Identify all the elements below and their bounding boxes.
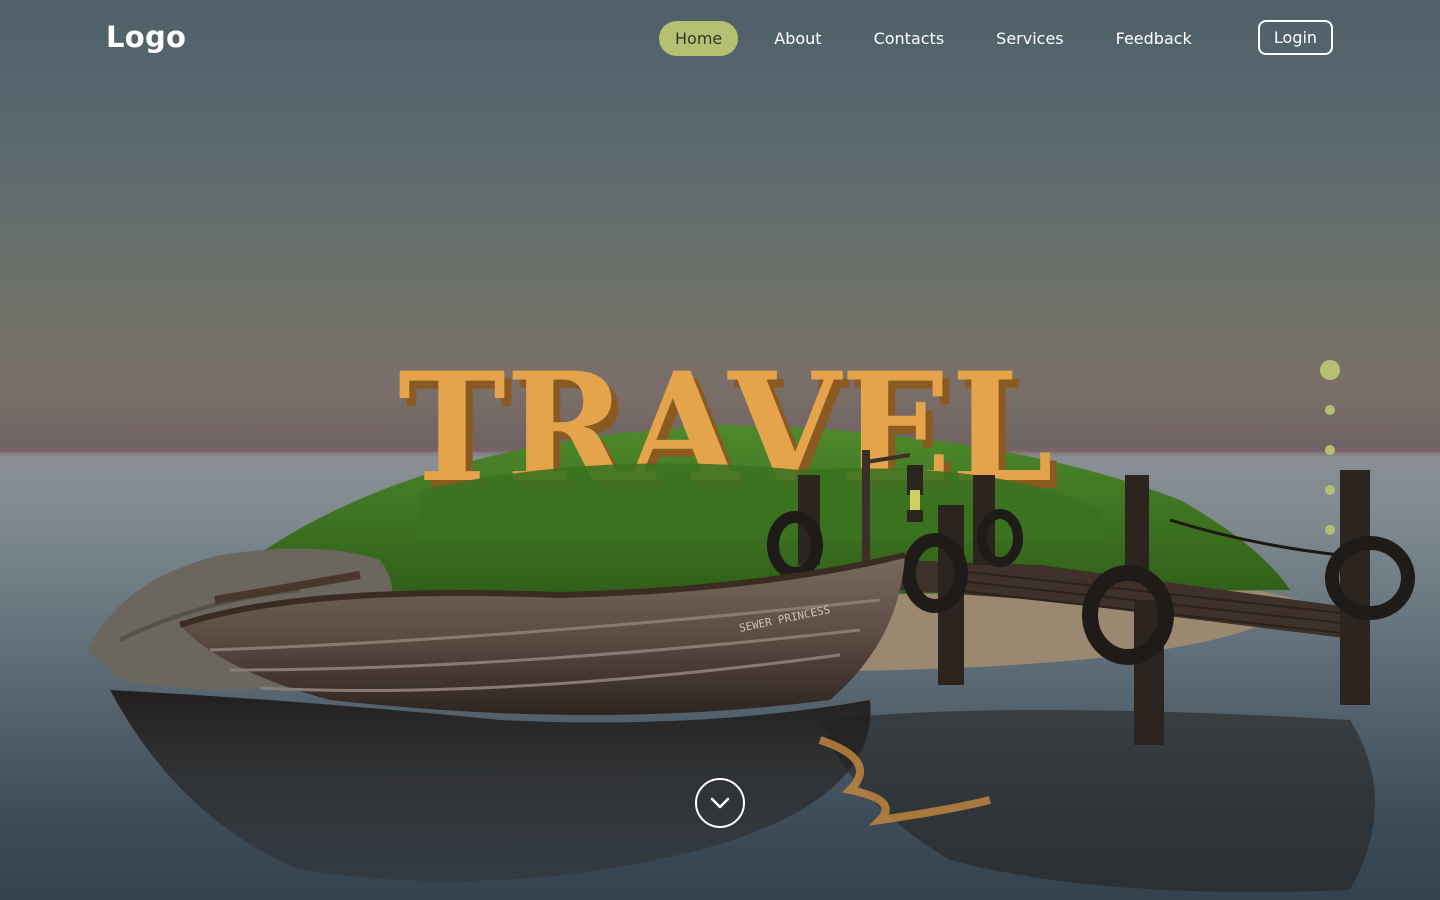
pagination-dot-4[interactable] xyxy=(1325,485,1335,495)
scroll-down-button[interactable] xyxy=(695,778,745,828)
chevron-down-icon xyxy=(710,797,730,809)
logo[interactable]: Logo xyxy=(106,20,186,54)
hero-scene: TRAVEL TRAVEL SEWER PRINCESS xyxy=(0,0,1440,900)
pagination-dot-3[interactable] xyxy=(1325,445,1335,455)
nav-feedback[interactable]: Feedback xyxy=(1100,21,1208,56)
pagination-dot-1[interactable] xyxy=(1320,360,1340,380)
island-illustration: TRAVEL TRAVEL SEWER PRINCESS xyxy=(88,340,1415,892)
pagination-dot-2[interactable] xyxy=(1325,405,1335,415)
pagination-dot-5[interactable] xyxy=(1325,525,1335,535)
nav-contacts[interactable]: Contacts xyxy=(858,21,961,56)
nav-services[interactable]: Services xyxy=(980,21,1079,56)
main-nav: Home About Contacts Services Feedback xyxy=(659,21,1228,56)
login-button[interactable]: Login xyxy=(1258,20,1333,55)
nav-about[interactable]: About xyxy=(758,21,837,56)
nav-home[interactable]: Home xyxy=(659,21,739,56)
